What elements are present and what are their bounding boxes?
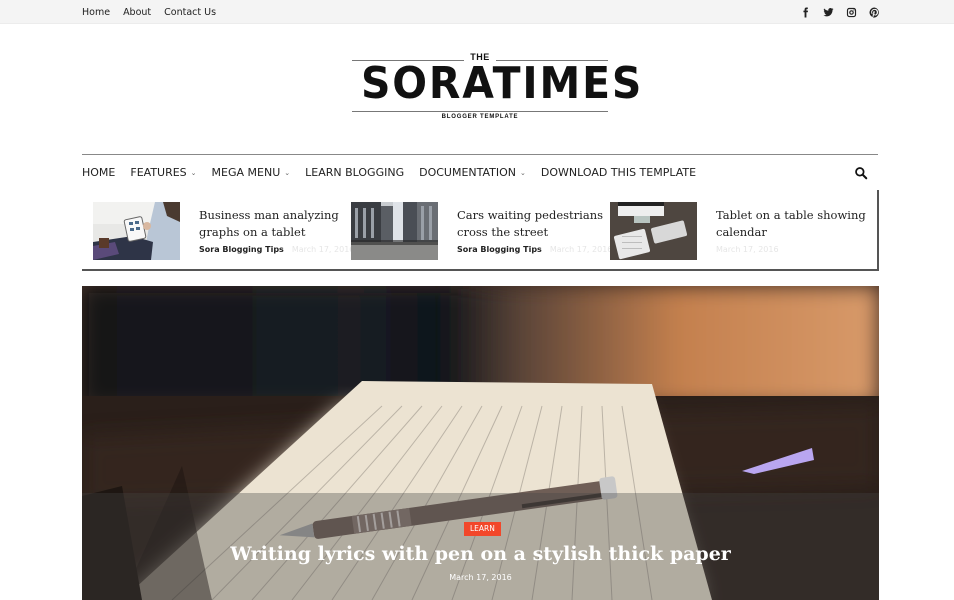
nav-item-label: DOWNLOAD THIS TEMPLATE [540, 166, 697, 179]
nav-item-label: HOME [82, 166, 116, 179]
ticker-author[interactable]: Sora Blogging Tips [457, 245, 542, 254]
ticker-date: March 17, 2016 [716, 245, 779, 254]
featured-post[interactable]: LEARN Writing lyrics with pen on a styli… [82, 286, 879, 600]
top-bar: Home About Contact Us [0, 0, 954, 24]
search-icon[interactable] [854, 165, 868, 180]
nav-item-features[interactable]: FEATURES ⌄ [130, 166, 196, 179]
ticker-title[interactable]: Business man analyzing graphs on a table… [199, 207, 359, 241]
nav-item-home[interactable]: HOME [82, 166, 115, 179]
twitter-icon[interactable] [823, 7, 834, 18]
nav-item-documentation[interactable]: DOCUMENTATION ⌄ [419, 166, 526, 179]
ticker-title[interactable]: Tablet on a table showing calendar [716, 207, 876, 241]
ticker-meta: Sora Blogging Tips March 17, 2016 [199, 245, 354, 254]
ticker-thumbnail[interactable] [351, 202, 438, 260]
category-badge[interactable]: LEARN [464, 522, 501, 536]
nav-item-label: DOCUMENTATION [419, 166, 517, 179]
logo-rule-bottom [352, 111, 608, 112]
logo-name: SORATIMES [360, 58, 644, 109]
ticker-date: March 17, 2016 [291, 245, 355, 254]
nav-menu: HOME FEATURES ⌄ MEGA MENU ⌄ LEARN BLOGGING… [82, 155, 878, 190]
hero-title[interactable]: Writing lyrics with pen on a stylish thi… [82, 543, 879, 565]
chevron-down-icon: ⌄ [190, 168, 197, 177]
top-links: Home About Contact Us [82, 0, 216, 24]
featured-ticker: Business man analyzing graphs on a table… [82, 190, 879, 271]
nav-item-download[interactable]: DOWNLOAD THIS TEMPLATE [541, 166, 696, 179]
nav-item-label: FEATURES [130, 166, 187, 179]
main-nav: HOME FEATURES ⌄ MEGA MENU ⌄ LEARN BLOGGING… [82, 154, 878, 190]
nav-item-label: MEGA MENU [211, 166, 281, 179]
facebook-icon[interactable] [800, 6, 811, 18]
top-link-about[interactable]: About [123, 7, 151, 18]
ticker-title[interactable]: Cars waiting pedestrians cross the stree… [457, 207, 617, 241]
ticker-date: March 17, 2016 [549, 245, 613, 254]
top-link-contact[interactable]: Contact Us [164, 7, 216, 18]
pinterest-icon[interactable] [869, 6, 880, 18]
instagram-icon[interactable] [846, 7, 857, 18]
ticker-meta: March 17, 2016 [716, 245, 779, 254]
hero-date: March 17, 2016 [449, 573, 512, 582]
site-logo[interactable]: THE SORATIMES BLOGGER TEMPLATE [352, 52, 644, 126]
nav-item-mega-menu[interactable]: MEGA MENU ⌄ [212, 166, 291, 179]
nav-item-label: LEARN BLOGGING [305, 166, 405, 179]
logo-tagline: BLOGGER TEMPLATE [441, 114, 519, 120]
chevron-down-icon: ⌄ [284, 168, 291, 177]
nav-item-learn-blogging[interactable]: LEARN BLOGGING [305, 166, 404, 179]
ticker-thumbnail[interactable] [610, 202, 697, 260]
ticker-meta: Sora Blogging Tips March 17, 2016 [457, 245, 612, 254]
ticker-thumbnail[interactable] [93, 202, 180, 260]
social-links [800, 0, 880, 24]
ticker-author[interactable]: Sora Blogging Tips [199, 245, 284, 254]
top-link-home[interactable]: Home [82, 7, 110, 18]
chevron-down-icon: ⌄ [520, 168, 526, 177]
